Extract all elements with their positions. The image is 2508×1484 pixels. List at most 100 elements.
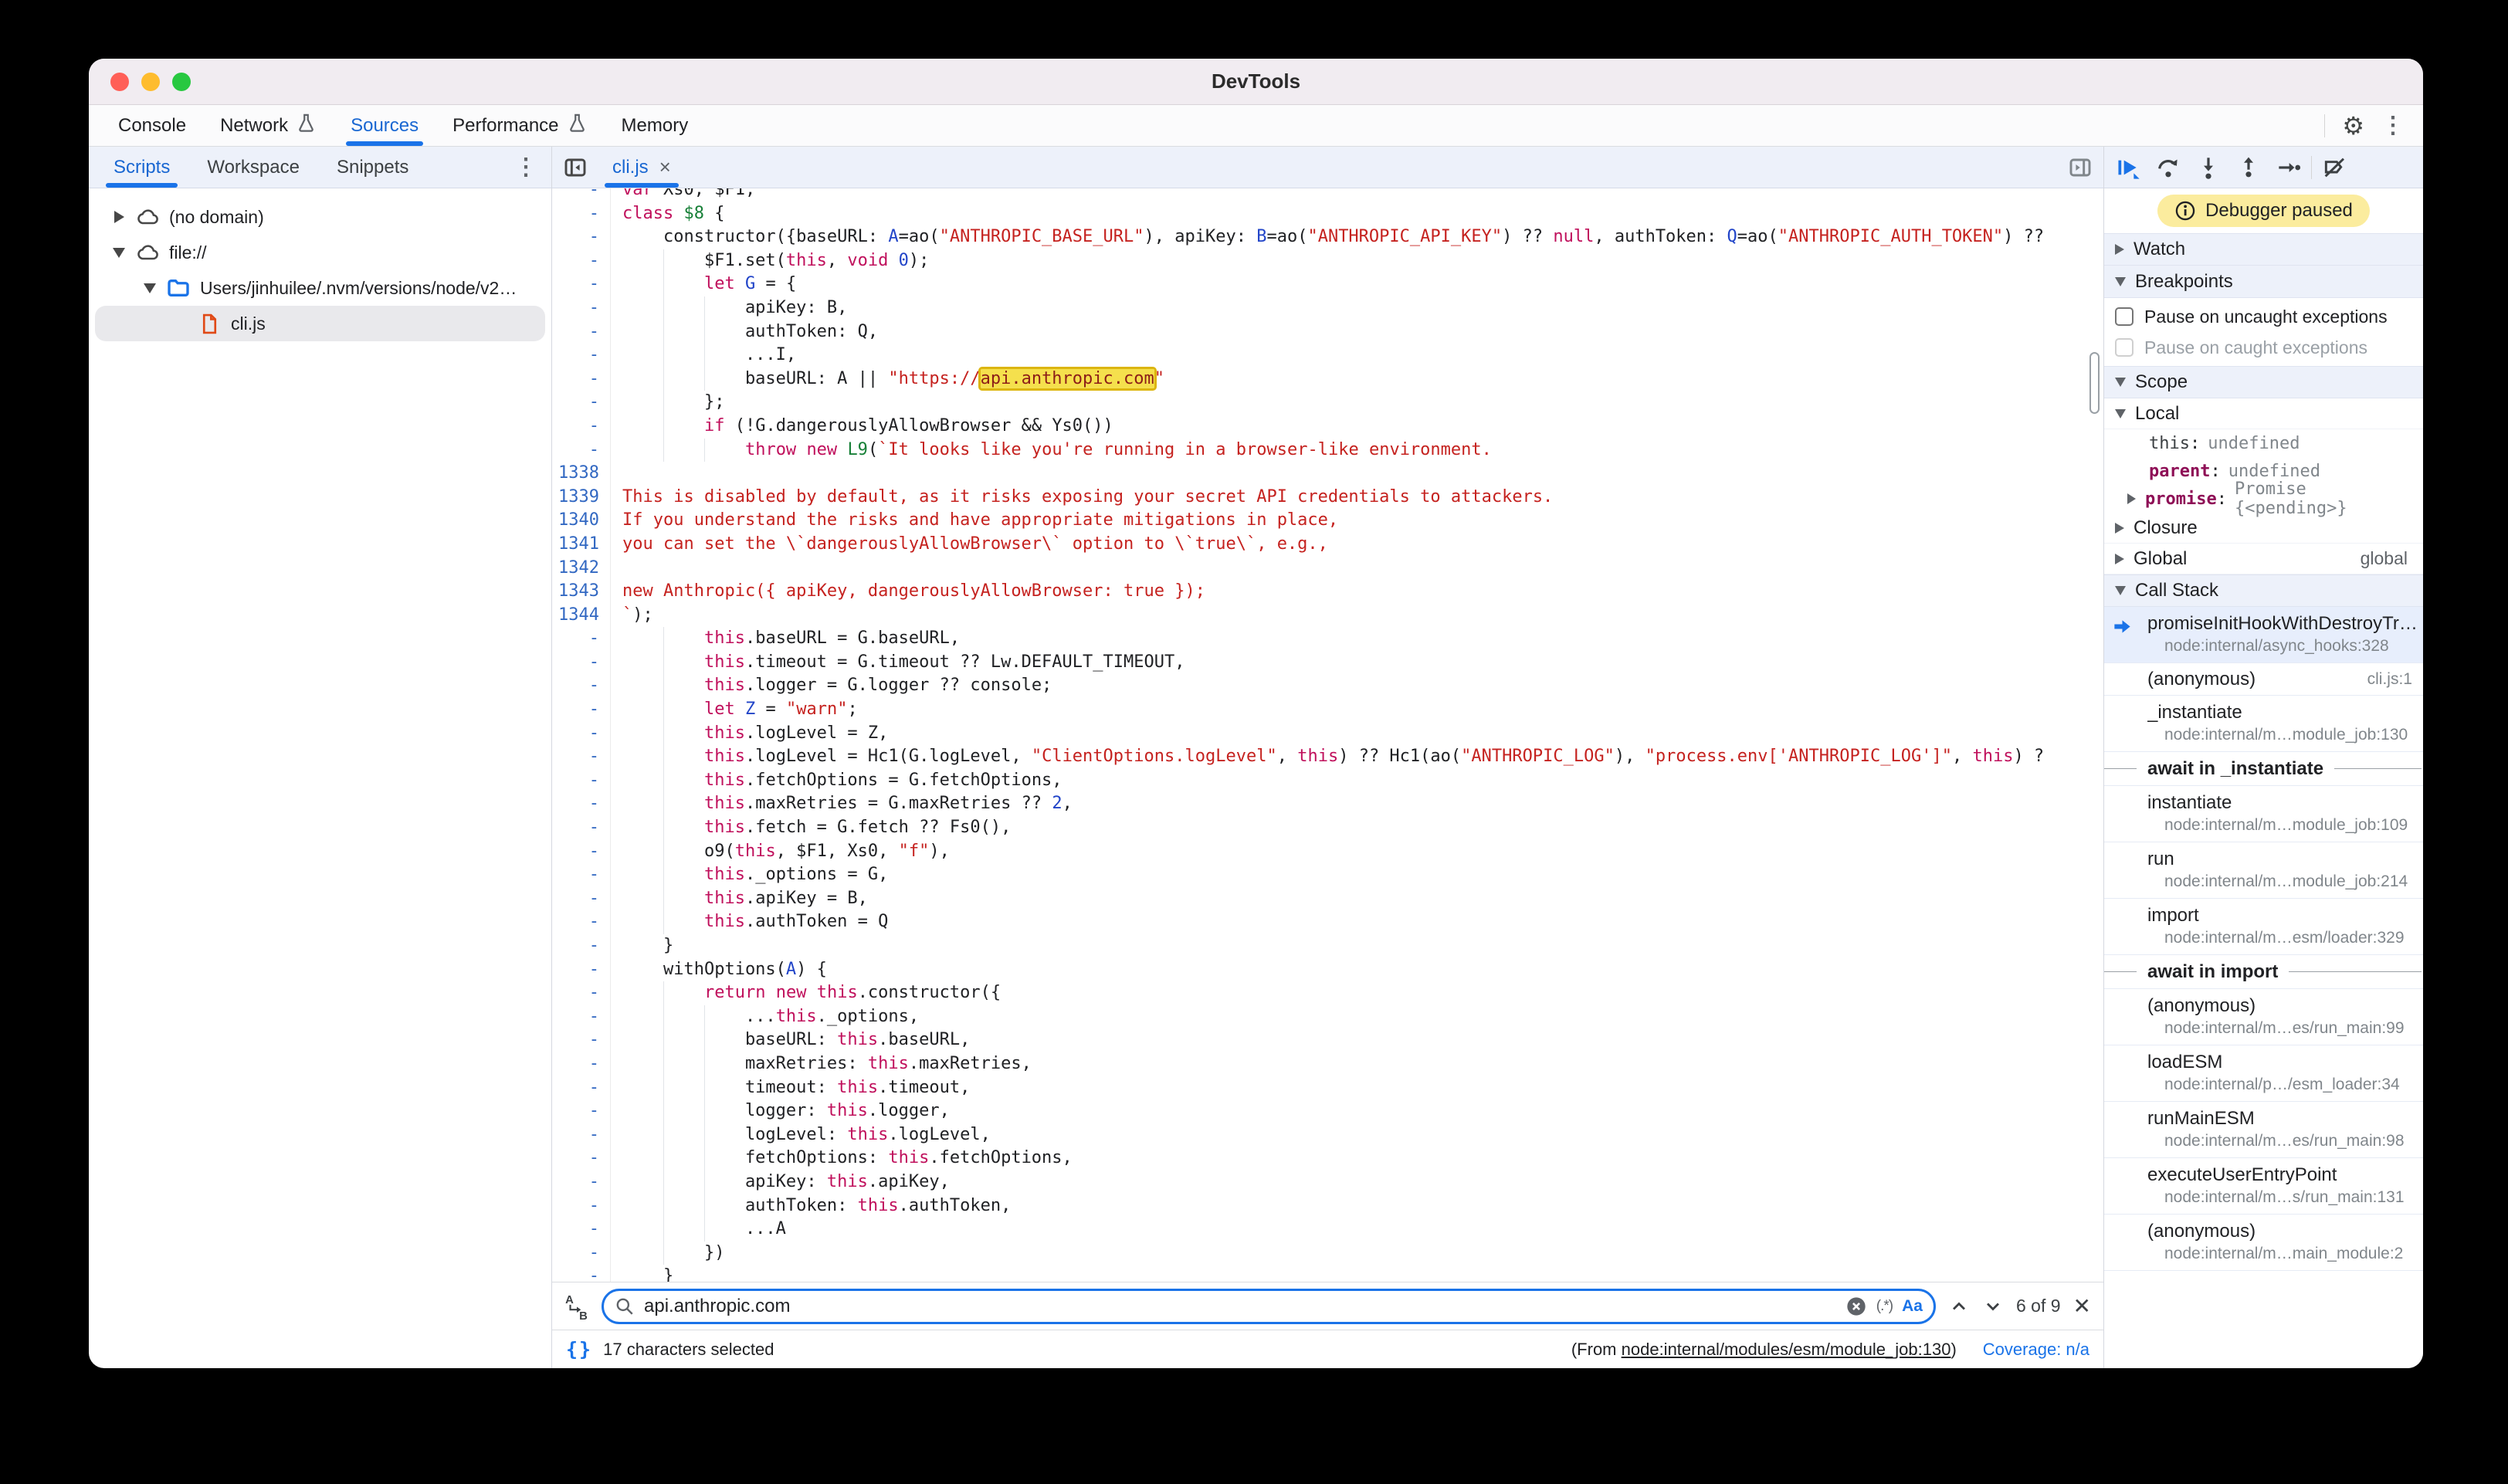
tab-console[interactable]: Console <box>101 105 203 146</box>
navigator-tab-scripts[interactable]: Scripts <box>95 147 188 188</box>
line-gutter[interactable]: - <box>552 1147 611 1171</box>
line-gutter[interactable]: - <box>552 439 611 462</box>
code-line[interactable]: - apiKey: B, <box>552 296 2103 320</box>
callstack-frame[interactable]: (anonymous)node:internal/m…es/run_main:9… <box>2104 989 2423 1045</box>
section-breakpoints[interactable]: Breakpoints <box>2104 266 2423 298</box>
line-gutter[interactable]: - <box>552 722 611 746</box>
code-line[interactable]: - ...I, <box>552 344 2103 368</box>
callstack-frame[interactable]: _instantiatenode:internal/m…module_job:1… <box>2104 696 2423 752</box>
section-scope[interactable]: Scope <box>2104 366 2423 398</box>
step-into-button[interactable] <box>2191 151 2226 184</box>
code-line[interactable]: -class $8 { <box>552 202 2103 226</box>
regex-toggle[interactable]: (.*) <box>1876 1298 1893 1315</box>
code-line[interactable]: - constructor({baseURL: A=ao("ANTHROPIC_… <box>552 225 2103 249</box>
code-line[interactable]: - ...this._options, <box>552 1005 2103 1029</box>
line-gutter[interactable]: - <box>552 202 611 226</box>
line-gutter[interactable]: - <box>552 391 611 415</box>
code-line[interactable]: - this.logLevel = Hc1(G.logLevel, "Clien… <box>552 745 2103 769</box>
coverage-link[interactable]: Coverage: n/a <box>1983 1340 2089 1360</box>
settings-gear-icon[interactable]: ⚙ <box>2342 114 2364 138</box>
source-origin-link[interactable]: node:internal/modules/esm/module_job:130 <box>1622 1340 1951 1359</box>
close-window-button[interactable] <box>110 73 129 91</box>
line-gutter[interactable]: - <box>552 651 611 675</box>
resume-script-button[interactable] <box>2110 151 2146 184</box>
editor-scrollbar-thumb[interactable] <box>2089 352 2100 414</box>
code-editor[interactable]: -var Xs0, $F1;-class $8 {- constructor({… <box>552 188 2103 1282</box>
toggle-navigator-icon[interactable] <box>552 147 598 188</box>
navigator-tab-snippets[interactable]: Snippets <box>318 147 427 188</box>
match-case-toggle[interactable]: Aa <box>1902 1297 1923 1316</box>
previous-match-icon[interactable] <box>1948 1296 1970 1317</box>
line-gutter[interactable]: - <box>552 1265 611 1282</box>
line-gutter[interactable]: - <box>552 792 611 816</box>
callstack-frame[interactable]: loadESMnode:internal/p…/esm_loader:34 <box>2104 1045 2423 1102</box>
line-gutter[interactable]: 1343 <box>552 580 611 604</box>
line-gutter[interactable]: - <box>552 225 611 249</box>
callstack-frame[interactable]: runnode:internal/m…module_job:214 <box>2104 842 2423 899</box>
close-tab-icon[interactable]: × <box>659 155 671 179</box>
code-line[interactable]: - logger: this.logger, <box>552 1099 2103 1123</box>
callstack-frame[interactable]: (anonymous)node:internal/m…main_module:2 <box>2104 1215 2423 1271</box>
code-line[interactable]: - this.logger = G.logger ?? console; <box>552 674 2103 698</box>
callstack-frame[interactable]: (anonymous)cli.js:1 <box>2104 663 2423 696</box>
line-gutter[interactable]: - <box>552 320 611 344</box>
line-gutter[interactable]: - <box>552 863 611 887</box>
scope-property-promise[interactable]: promise:Promise {<pending>} <box>2104 485 2423 513</box>
tree-item-file-[interactable]: file:// <box>95 235 545 270</box>
line-gutter[interactable]: - <box>552 769 611 793</box>
navigator-tab-workspace[interactable]: Workspace <box>188 147 318 188</box>
line-gutter[interactable]: - <box>552 1028 611 1052</box>
pretty-print-icon[interactable]: {} <box>566 1338 592 1360</box>
chevron-right-icon[interactable] <box>106 211 132 223</box>
next-match-icon[interactable] <box>1982 1296 2004 1317</box>
line-gutter[interactable]: 1344 <box>552 604 611 628</box>
tab-sources[interactable]: Sources <box>334 105 436 146</box>
tree-item-cli-js[interactable]: cli.js <box>95 306 545 341</box>
code-line[interactable]: - authToken: Q, <box>552 320 2103 344</box>
line-gutter[interactable]: - <box>552 296 611 320</box>
line-gutter[interactable]: 1342 <box>552 557 611 581</box>
line-gutter[interactable]: - <box>552 1052 611 1076</box>
code-line[interactable]: - if (!G.dangerouslyAllowBrowser && Ys0(… <box>552 415 2103 439</box>
tree-item-users-jinhuilee-nvm-versions-node-v2-[interactable]: Users/jinhuilee/.nvm/versions/node/v2… <box>95 270 545 306</box>
line-gutter[interactable]: - <box>552 887 611 911</box>
code-line[interactable]: - this._options = G, <box>552 863 2103 887</box>
code-line[interactable]: 1343new Anthropic({ apiKey, dangerouslyA… <box>552 580 2103 604</box>
code-line[interactable]: 1339This is disabled by default, as it r… <box>552 486 2103 510</box>
code-line[interactable]: - this.baseURL = G.baseURL, <box>552 627 2103 651</box>
section-callstack[interactable]: Call Stack <box>2104 574 2423 607</box>
replace-toggle-icon[interactable]: AB <box>564 1293 589 1320</box>
deactivate-breakpoints-button[interactable] <box>2317 151 2352 184</box>
tree-item--no-domain-[interactable]: (no domain) <box>95 199 545 235</box>
code-line[interactable]: - apiKey: this.apiKey, <box>552 1171 2103 1194</box>
step-over-button[interactable] <box>2150 151 2186 184</box>
line-gutter[interactable]: - <box>552 415 611 439</box>
code-line[interactable]: - $F1.set(this, void 0); <box>552 249 2103 273</box>
minimize-window-button[interactable] <box>141 73 160 91</box>
line-gutter[interactable]: - <box>552 627 611 651</box>
line-gutter[interactable]: - <box>552 1076 611 1100</box>
line-gutter[interactable]: - <box>552 698 611 722</box>
code-line[interactable]: - }; <box>552 391 2103 415</box>
line-gutter[interactable]: - <box>552 1242 611 1265</box>
code-line[interactable]: - this.fetchOptions = G.fetchOptions, <box>552 769 2103 793</box>
callstack-frame[interactable]: promiseInitHookWithDestroyTr…node:intern… <box>2104 607 2423 663</box>
checkbox[interactable] <box>2115 338 2133 357</box>
line-gutter[interactable]: - <box>552 1005 611 1029</box>
line-gutter[interactable]: 1339 <box>552 486 611 510</box>
close-search-icon[interactable]: ✕ <box>2073 1293 2091 1319</box>
chevron-down-icon[interactable] <box>106 248 132 258</box>
code-line[interactable]: - this.maxRetries = G.maxRetries ?? 2, <box>552 792 2103 816</box>
code-line[interactable]: - let Z = "warn"; <box>552 698 2103 722</box>
line-gutter[interactable]: - <box>552 188 611 202</box>
line-gutter[interactable]: - <box>552 816 611 840</box>
zoom-window-button[interactable] <box>172 73 191 91</box>
scope-group-local[interactable]: Local <box>2104 398 2423 429</box>
code-line[interactable]: 1341you can set the \`dangerouslyAllowBr… <box>552 533 2103 557</box>
code-line[interactable]: - throw new L9(`It looks like you're run… <box>552 439 2103 462</box>
line-gutter[interactable]: 1338 <box>552 462 611 486</box>
code-line[interactable]: - this.logLevel = Z, <box>552 722 2103 746</box>
code-line[interactable]: - o9(this, $F1, Xs0, "f"), <box>552 840 2103 864</box>
code-line[interactable]: - baseURL: this.baseURL, <box>552 1028 2103 1052</box>
line-gutter[interactable]: 1340 <box>552 509 611 533</box>
